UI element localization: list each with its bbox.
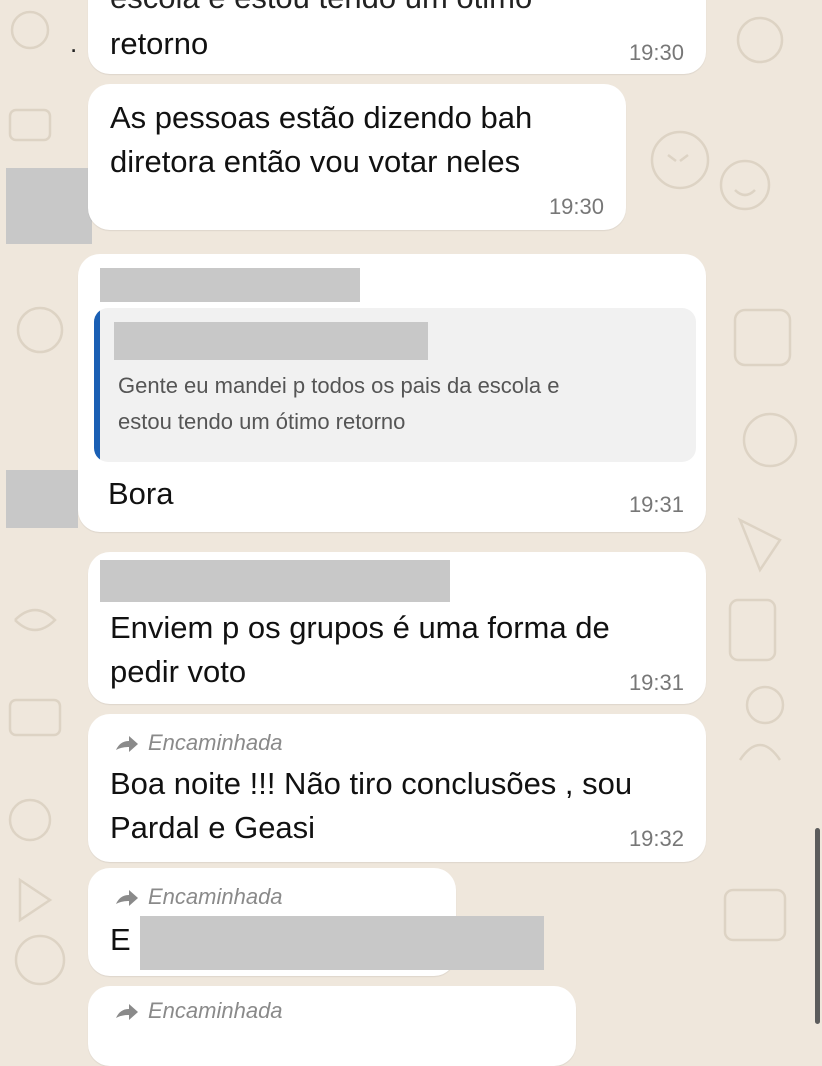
forward-arrow-icon xyxy=(116,1004,138,1020)
forwarded-label: Encaminhada xyxy=(114,884,283,910)
message-bubble[interactable]: Gente eu mandei p todos os pais da escol… xyxy=(78,254,706,532)
redacted-quote-author xyxy=(114,322,428,360)
forward-arrow-icon xyxy=(116,736,138,752)
message-time: 19:31 xyxy=(628,670,684,695)
message-text: Enviem p os grupos é uma forma de pedir … xyxy=(110,610,610,689)
message-time: 19:31 xyxy=(628,492,684,517)
redacted-sender-name xyxy=(100,560,450,602)
message-text: Boa noite !!! Não tiro conclusões , sou … xyxy=(110,766,633,845)
scrollbar[interactable] xyxy=(815,828,820,1024)
message-bubble[interactable]: As pessoas estão dizendo bah diretora en… xyxy=(88,84,626,230)
message-text: As pessoas estão dizendo bah diretora en… xyxy=(110,100,533,179)
forwarded-text: Encaminhada xyxy=(148,730,283,755)
message-bubble[interactable]: Encaminhada xyxy=(88,986,576,1066)
redacted-avatar xyxy=(6,168,92,244)
quoted-text: Gente eu mandei p todos os pais da escol… xyxy=(118,373,560,434)
message-text: Bora xyxy=(108,476,174,511)
redacted-avatar xyxy=(6,470,78,528)
forward-arrow-icon xyxy=(116,890,138,906)
message-bubble[interactable]: escola e estou tendo um ótimo retorno 19… xyxy=(88,0,706,74)
redacted-sender-name xyxy=(100,268,360,302)
quote-bar xyxy=(94,308,100,462)
message-time: 19:30 xyxy=(548,194,604,219)
message-partial-line: escola e estou tendo um ótimo xyxy=(110,0,532,20)
message-time: 19:30 xyxy=(628,40,684,65)
message-text: retorno xyxy=(110,26,209,61)
redacted-message-content xyxy=(140,916,544,970)
stray-mark: . xyxy=(70,28,78,58)
message-bubble[interactable]: Encaminhada Boa noite !!! Não tiro concl… xyxy=(88,714,706,862)
forwarded-label: Encaminhada xyxy=(114,730,283,756)
forwarded-label: Encaminhada xyxy=(114,998,283,1024)
message-time: 19:32 xyxy=(628,826,684,851)
forwarded-text: Encaminhada xyxy=(148,998,283,1023)
message-text: E xyxy=(110,922,131,957)
quoted-message[interactable]: Gente eu mandei p todos os pais da escol… xyxy=(94,308,696,462)
message-bubble[interactable]: Enviem p os grupos é uma forma de pedir … xyxy=(88,552,706,704)
forwarded-text: Encaminhada xyxy=(148,884,283,909)
